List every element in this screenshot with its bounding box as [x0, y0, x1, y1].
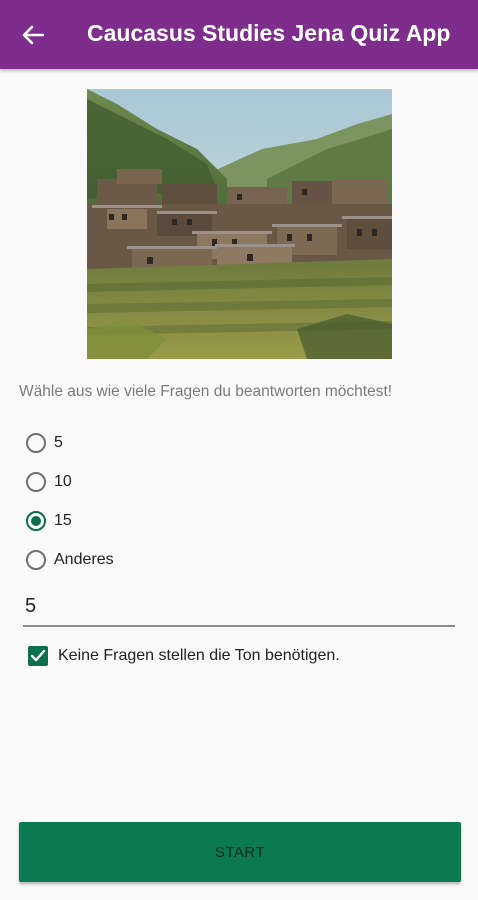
custom-count-value[interactable]: 5 [25, 595, 36, 618]
village-photo [87, 89, 392, 359]
radio-label: 5 [54, 434, 63, 451]
radio-label: 15 [54, 512, 72, 529]
no-sound-questions-label: Keine Fragen stellen die Ton benötigen. [58, 647, 340, 664]
radio-option-15[interactable]: 15 [26, 506, 72, 536]
radio-button[interactable] [26, 472, 46, 492]
arrow-left-icon[interactable] [20, 22, 46, 48]
no-sound-questions-option[interactable]: Keine Fragen stellen die Ton benötigen. [28, 643, 340, 669]
app-title: Caucasus Studies Jena Quiz App [87, 20, 451, 46]
radio-label: Anderes [54, 551, 114, 568]
start-button[interactable]: START [19, 822, 461, 882]
question-count-prompt: Wähle aus wie viele Fragen du beantworte… [19, 383, 393, 400]
checkmark-icon [30, 649, 46, 662]
radio-option-5[interactable]: 5 [26, 428, 63, 458]
radio-button[interactable] [26, 550, 46, 570]
radio-option-10[interactable]: 10 [26, 467, 72, 497]
radio-label: 10 [54, 473, 72, 490]
radio-button[interactable] [26, 433, 46, 453]
custom-count-input[interactable]: 5 [23, 593, 455, 627]
radio-button-selected[interactable] [26, 511, 46, 531]
checkbox-checked[interactable] [28, 646, 48, 666]
radio-option-other[interactable]: Anderes [26, 545, 114, 575]
app-bar: Caucasus Studies Jena Quiz App [0, 0, 478, 69]
